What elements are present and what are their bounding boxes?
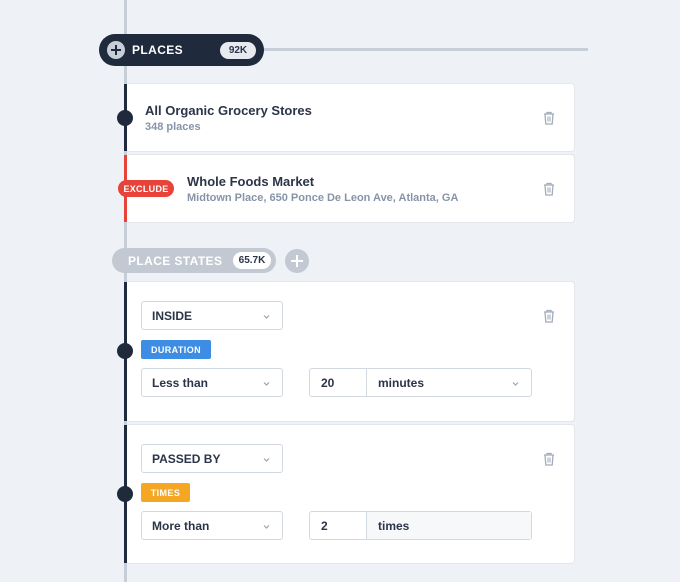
place-title: Whole Foods Market — [187, 174, 315, 189]
times-value-input[interactable]: 2 — [310, 512, 367, 539]
times-input-group: 2 times — [309, 511, 532, 540]
comparator-select[interactable]: Less than — [141, 368, 283, 397]
exclude-badge[interactable]: EXCLUDE — [118, 180, 174, 197]
places-count-badge: 92K — [220, 42, 256, 59]
comparator-select-value: Less than — [152, 375, 209, 390]
trash-icon[interactable] — [542, 182, 556, 196]
places-label: PLACES — [132, 43, 184, 57]
add-place-icon[interactable] — [107, 41, 125, 59]
place-card-dot — [117, 110, 133, 126]
chevron-down-icon — [263, 458, 270, 462]
times-unit-label: times — [367, 512, 531, 539]
places-connector-line — [262, 48, 588, 51]
state-select-value: PASSED BY — [152, 451, 221, 466]
duration-input-group: 20 minutes — [309, 368, 532, 397]
chevron-down-icon — [263, 382, 270, 386]
place-states-count-badge: 65.7K — [233, 252, 271, 269]
trash-icon[interactable] — [542, 309, 556, 323]
state-select-value: INSIDE — [152, 308, 193, 323]
place-subtitle: 348 places — [145, 121, 201, 133]
trash-icon[interactable] — [542, 452, 556, 466]
duration-unit-value: minutes — [378, 375, 425, 390]
place-states-header[interactable]: PLACE STATES 65.7K — [112, 248, 276, 273]
chevron-down-icon — [263, 315, 270, 319]
places-header[interactable]: PLACES 92K — [99, 34, 264, 66]
trash-icon[interactable] — [542, 111, 556, 125]
duration-value-input[interactable]: 20 — [310, 369, 367, 396]
rule-dot — [117, 486, 133, 502]
add-place-state-button[interactable] — [285, 249, 309, 273]
place-states-label: PLACE STATES — [128, 253, 223, 268]
place-title: All Organic Grocery Stores — [145, 103, 312, 118]
duration-unit-select[interactable]: minutes — [367, 369, 531, 396]
rule-dot — [117, 343, 133, 359]
comparator-select-value: More than — [152, 518, 210, 533]
comparator-select[interactable]: More than — [141, 511, 283, 540]
state-select[interactable]: INSIDE — [141, 301, 283, 330]
times-tag: TIMES — [141, 483, 190, 502]
duration-tag: DURATION — [141, 340, 211, 359]
place-subtitle: Midtown Place, 650 Ponce De Leon Ave, At… — [187, 192, 459, 204]
state-select[interactable]: PASSED BY — [141, 444, 283, 473]
chevron-down-icon — [512, 382, 519, 386]
chevron-down-icon — [263, 525, 270, 529]
